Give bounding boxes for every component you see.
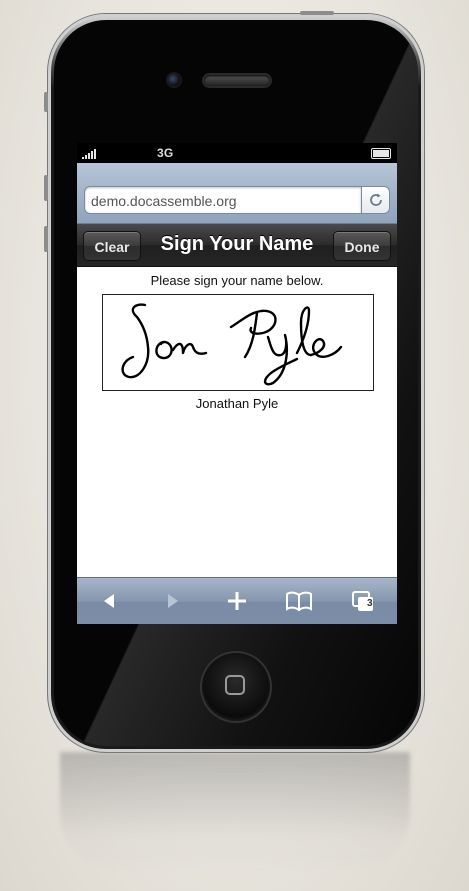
navigation-bar: Clear Sign Your Name Done [77, 224, 397, 267]
page-title: Sign Your Name [160, 233, 314, 255]
page-content: Please sign your name below. Jonathan Py… [77, 267, 397, 577]
phone-screen: 3G demo.docassemble.org Clear Sign Your … [77, 143, 397, 624]
back-button[interactable] [93, 587, 125, 615]
book-icon [286, 591, 312, 611]
handwritten-signature [121, 303, 343, 386]
clear-button[interactable]: Clear [83, 231, 141, 261]
browser-toolbar: 3 [77, 577, 397, 624]
mute-switch [44, 92, 48, 112]
sleep-button [300, 11, 334, 15]
network-type: 3G [157, 146, 174, 160]
battery-icon [371, 148, 391, 159]
reload-icon [369, 193, 382, 206]
volume-up-button [44, 175, 48, 201]
signature-pad[interactable] [102, 294, 374, 391]
front-camera [168, 74, 180, 86]
back-arrow-icon [104, 594, 114, 608]
instructions-text: Please sign your name below. [150, 273, 324, 288]
address-field[interactable]: demo.docassemble.org [84, 186, 362, 214]
bookmarks-button[interactable] [283, 587, 315, 615]
add-button[interactable] [221, 587, 253, 615]
earpiece-speaker [204, 75, 270, 86]
battery-level [373, 150, 389, 157]
done-button[interactable]: Done [333, 231, 391, 261]
home-square-icon [225, 675, 245, 695]
pages-button[interactable]: 3 [347, 587, 379, 615]
tab-count: 3 [367, 598, 373, 609]
forward-button[interactable] [157, 587, 189, 615]
forward-arrow-icon [168, 594, 178, 608]
signal-strength-icon [82, 149, 96, 159]
browser-address-area: demo.docassemble.org [77, 163, 397, 224]
signer-name: Jonathan Pyle [195, 396, 279, 411]
phone-reflection [60, 752, 410, 872]
reload-button[interactable] [361, 186, 390, 214]
status-bar: 3G [77, 143, 397, 163]
volume-down-button [44, 226, 48, 252]
plus-icon [228, 592, 246, 610]
